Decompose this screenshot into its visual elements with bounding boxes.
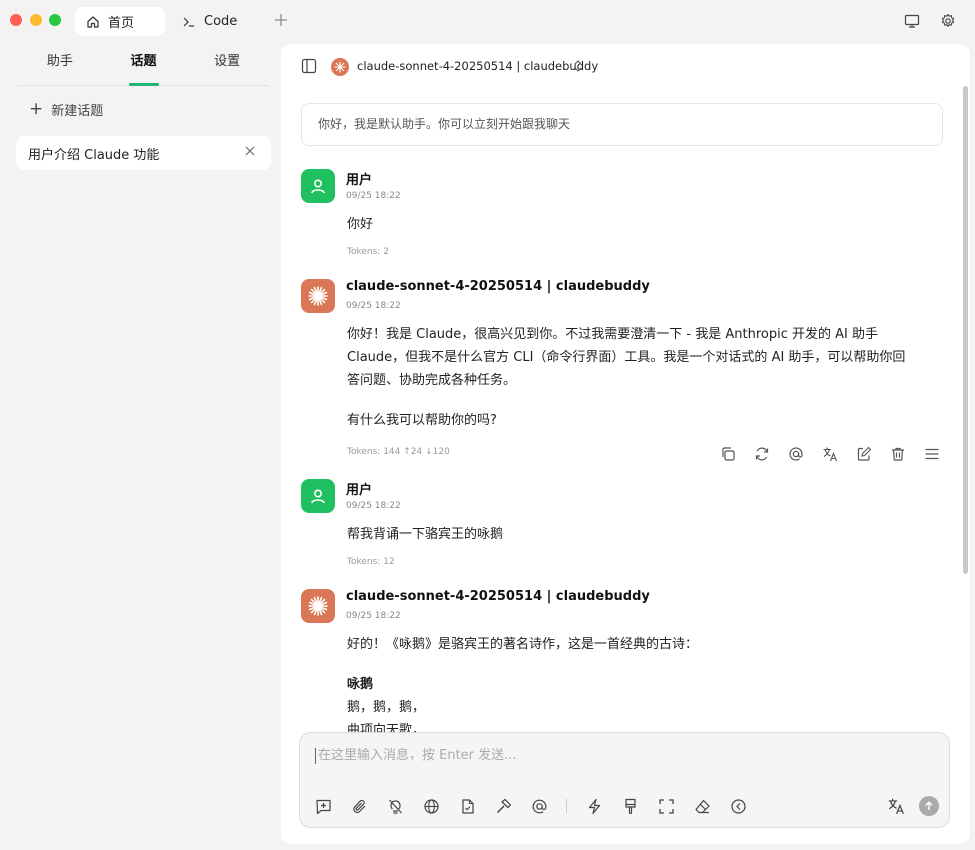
regenerate-icon[interactable] xyxy=(753,445,771,463)
message-time: 09/25 18:22 xyxy=(346,191,401,201)
message-line: 你好！我是 Claude，很高兴见到你。不过我需要澄清一下 - 我是 Anthr… xyxy=(347,327,878,342)
collapse-icon[interactable] xyxy=(729,797,747,815)
message-content: 好的！《咏鹅》是骆宾王的著名诗作，这是一首经典的古诗： 咏鹅 鹅，鹅，鹅， 曲项… xyxy=(347,633,945,733)
input-toolbar xyxy=(314,797,747,815)
message-line: 有什么我可以帮助你的吗? xyxy=(347,413,497,428)
paintbrush-icon[interactable] xyxy=(621,797,639,815)
message-line: 鹅，鹅，鹅， xyxy=(347,700,426,715)
toggle-sidebar-button[interactable] xyxy=(301,58,317,74)
avatar xyxy=(301,589,335,623)
message-input[interactable]: 在这里输入消息，按 Enter 发送... xyxy=(315,748,517,764)
message-line: 好的！《咏鹅》是骆宾王的著名诗作，这是一首经典的古诗： xyxy=(347,637,699,652)
message-input-box[interactable]: 在这里输入消息，按 Enter 发送... xyxy=(299,732,950,828)
welcome-message: 你好，我是默认助手。你可以立刻开始跟我聊天 xyxy=(301,103,943,146)
fullscreen-icon[interactable] xyxy=(657,797,675,815)
message-line: 答问题、协助完成各种任务。 xyxy=(347,373,517,388)
message-time: 09/25 18:22 xyxy=(346,501,401,511)
message-content: 你好 xyxy=(347,213,945,236)
close-window-button[interactable] xyxy=(10,14,22,26)
message-content: 帮我背诵一下骆宾王的咏鹅 xyxy=(347,523,945,546)
toolbar-divider xyxy=(566,799,567,813)
chat-header: claude-sonnet-4-20250514 | claudebuddy xyxy=(281,44,970,90)
maximize-window-button[interactable] xyxy=(49,14,61,26)
plus-icon: + xyxy=(29,99,44,119)
sender-name: 用户 xyxy=(346,483,373,498)
settings-button[interactable] xyxy=(940,13,956,29)
topic-label: 用户介绍 Claude 功能 xyxy=(28,147,160,163)
sender-name: claude-sonnet-4-20250514 | claudebuddy xyxy=(346,589,650,604)
sender-name: 用户 xyxy=(346,173,373,188)
sidebar-icon xyxy=(301,58,317,74)
message-line: 曲项向天歌， xyxy=(347,723,426,733)
edit-icon[interactable] xyxy=(855,445,873,463)
sidebar-tabs: 助手 话题 设置 xyxy=(18,44,269,86)
tab-settings[interactable]: 设置 xyxy=(185,44,269,85)
home-icon xyxy=(86,15,100,29)
globe-icon[interactable] xyxy=(422,797,440,815)
model-name[interactable]: claude-sonnet-4-20250514 | claudebuddy xyxy=(357,59,598,73)
user-icon xyxy=(311,489,325,504)
knowledge-base-icon[interactable] xyxy=(458,797,476,815)
title-bar: 首页 Code xyxy=(0,0,975,44)
topic-item[interactable]: 用户介绍 Claude 功能 xyxy=(16,136,271,170)
message-line: 你好 xyxy=(347,217,374,232)
close-icon[interactable] xyxy=(244,145,256,157)
tab-home[interactable]: 首页 xyxy=(75,7,165,36)
attachment-icon[interactable] xyxy=(350,797,368,815)
message-line: Claude，但我不是什么官方 CLI（命令行界面）工具。我是一个对话式的 AI… xyxy=(347,350,906,365)
monitor-button[interactable] xyxy=(904,13,920,29)
add-tab-button[interactable] xyxy=(274,13,288,27)
token-count: Tokens: 144 ↑24 ↓120 xyxy=(347,447,450,457)
mention-icon[interactable] xyxy=(530,797,548,815)
user-icon xyxy=(311,179,325,194)
plus-icon xyxy=(275,14,287,26)
chevron-updown-icon[interactable] xyxy=(573,59,583,73)
tab-assistants[interactable]: 助手 xyxy=(18,44,102,85)
new-topic-icon[interactable] xyxy=(314,797,332,815)
lightning-icon[interactable] xyxy=(585,797,603,815)
mention-icon[interactable] xyxy=(787,445,805,463)
chat-panel: claude-sonnet-4-20250514 | claudebuddy 你… xyxy=(281,44,970,844)
tab-topics[interactable]: 话题 xyxy=(102,44,186,86)
translate-icon[interactable] xyxy=(821,445,839,463)
message-time: 09/25 18:22 xyxy=(346,611,401,621)
more-menu-icon[interactable] xyxy=(923,445,941,463)
poem-title: 咏鹅 xyxy=(347,677,374,692)
token-count: Tokens: 2 xyxy=(347,247,389,257)
avatar xyxy=(301,279,335,313)
arrow-up-icon xyxy=(925,801,933,810)
claude-logo-icon xyxy=(308,286,328,306)
sidebar: 助手 话题 设置 + 新建话题 用户介绍 Claude 功能 xyxy=(0,44,280,850)
tab-code[interactable]: Code xyxy=(176,7,237,36)
sender-name: claude-sonnet-4-20250514 | claudebuddy xyxy=(346,279,650,294)
monitor-icon xyxy=(904,14,920,28)
minimize-window-button[interactable] xyxy=(30,14,42,26)
eraser-icon[interactable] xyxy=(693,797,711,815)
message-line: 帮我背诵一下骆宾王的咏鹅 xyxy=(347,527,504,542)
thinking-off-icon[interactable] xyxy=(386,797,404,815)
translate-button[interactable] xyxy=(887,797,905,815)
avatar xyxy=(301,169,335,203)
new-topic-button[interactable]: + 新建话题 xyxy=(29,99,104,120)
new-topic-label: 新建话题 xyxy=(51,104,104,119)
message-content: 你好！我是 Claude，很高兴见到你。不过我需要澄清一下 - 我是 Anthr… xyxy=(347,323,945,432)
scrollbar[interactable] xyxy=(963,86,968,574)
tab-home-label: 首页 xyxy=(108,16,135,31)
claude-logo-icon xyxy=(308,596,328,616)
terminal-icon xyxy=(182,15,196,29)
token-count: Tokens: 12 xyxy=(347,557,395,567)
hammer-icon[interactable] xyxy=(494,797,512,815)
trash-icon[interactable] xyxy=(889,445,907,463)
message-time: 09/25 18:22 xyxy=(346,301,401,311)
translate-icon xyxy=(888,798,904,815)
gear-icon xyxy=(941,13,955,28)
tab-code-label: Code xyxy=(204,14,238,29)
claude-logo-icon xyxy=(331,58,349,76)
message-actions xyxy=(719,445,941,463)
copy-icon[interactable] xyxy=(719,445,737,463)
avatar xyxy=(301,479,335,513)
send-button[interactable] xyxy=(919,796,939,816)
